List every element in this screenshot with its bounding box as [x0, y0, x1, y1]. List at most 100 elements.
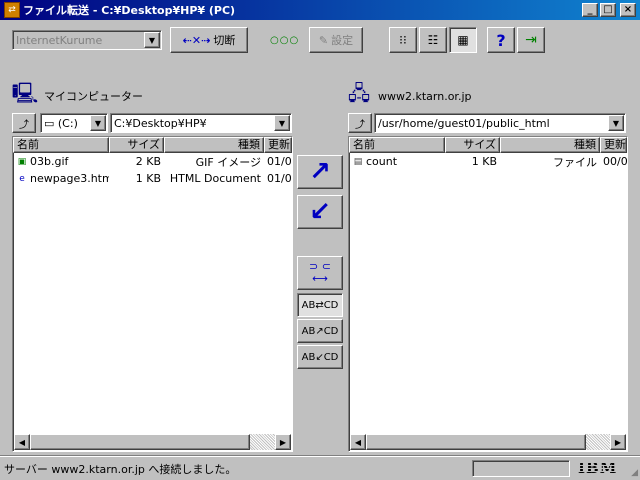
minimize-button[interactable]: _	[582, 3, 598, 17]
compare-mode-button-2[interactable]: AB↗CD	[297, 319, 343, 343]
download-button[interactable]: ↙	[297, 195, 343, 229]
scroll-right-icon[interactable]: ▶	[610, 434, 626, 450]
gif-file-icon: ▣	[17, 157, 27, 167]
app-icon: ⇄	[4, 2, 20, 18]
file-type: GIF イメージ	[195, 155, 261, 169]
file-name: count	[366, 155, 398, 168]
file-name-cell: ▣ 03b.gif	[13, 155, 109, 168]
remote-path-value: /usr/home/guest01/public_html	[378, 116, 550, 130]
title-bar: ⇄ ファイル転送 - C:¥Desktop¥HP¥ (PC) _ □ ×	[0, 0, 640, 20]
disconnect-label: 切断	[213, 34, 236, 47]
compare-mode-button-3[interactable]: AB↙CD	[297, 345, 343, 369]
remote-column-headers: 名前 サイズ 種類 更新	[349, 137, 627, 153]
arrow-up-right-icon: ↗	[309, 157, 331, 187]
column-header-date[interactable]: 更新	[264, 137, 292, 153]
view-list-button[interactable]: ☷	[419, 27, 447, 53]
settings-label: 設定	[331, 34, 354, 47]
compare-icon: AB⇄CD	[301, 299, 339, 311]
upload-button[interactable]: ↗	[297, 155, 343, 189]
column-header-name[interactable]: 名前	[349, 137, 445, 153]
local-file-list[interactable]: 名前 サイズ 種類 更新 ▣ 03b.gif 2 KB GIF イメージ 01/0…	[12, 136, 293, 452]
progress-bar	[472, 460, 570, 477]
local-path-value: C:¥Desktop¥HP¥	[114, 116, 207, 130]
local-up-folder-button[interactable]: ⤴	[12, 113, 36, 133]
close-button[interactable]: ×	[620, 3, 636, 17]
scroll-track[interactable]	[586, 434, 610, 450]
chevron-down-icon[interactable]: ▼	[274, 115, 290, 131]
help-button[interactable]: ?	[487, 27, 515, 53]
view-details-button[interactable]: ▦	[449, 27, 477, 53]
list-icon: ☷	[427, 33, 439, 47]
toolbar: InternetKurume ▼ ⇠✕⇢ 切断 ○○○ ✎ 設定 ⁝⁝ ☷ ▦ …	[0, 22, 640, 60]
small-icons-icon: ⁝⁝	[399, 33, 407, 47]
file-type: ファイル	[553, 155, 597, 169]
scroll-right-icon[interactable]: ▶	[275, 434, 291, 450]
network-computer-icon: 🖧	[347, 81, 371, 105]
ibm-logo: IBM	[578, 459, 618, 477]
column-header-date[interactable]: 更新	[600, 137, 627, 153]
remote-pane-label: www2.ktarn.or.jp	[378, 89, 472, 103]
chevron-down-icon[interactable]: ▼	[144, 32, 160, 48]
column-header-size[interactable]: サイズ	[109, 137, 164, 153]
local-pane-label: マイコンピューター	[44, 90, 143, 103]
details-icon: ▦	[457, 33, 469, 47]
drive-select[interactable]: ▭ (C:) ▼	[40, 113, 108, 133]
column-header-type[interactable]: 種類	[164, 137, 264, 153]
server-select[interactable]: InternetKurume ▼	[12, 30, 162, 50]
html-file-icon: e	[19, 174, 25, 184]
disconnect-icon: ⇠✕⇢	[182, 33, 211, 47]
status-message: サーバー www2.ktarn.or.jp へ接続しました。	[4, 463, 237, 476]
file-row[interactable]: e newpage3.htm 1 KB HTML Document 01/0	[13, 170, 292, 187]
compare-icon: AB↙CD	[301, 351, 339, 363]
sync-button[interactable]: ⊃ ⊂ ⟷	[297, 256, 343, 290]
scroll-track[interactable]	[250, 434, 275, 450]
remote-pane-header: 🖧 www2.ktarn.or.jp	[346, 76, 472, 116]
chevron-down-icon[interactable]: ▼	[90, 115, 106, 131]
remote-path-select[interactable]: /usr/home/guest01/public_html ▼	[374, 113, 626, 133]
scroll-left-icon[interactable]: ◀	[14, 434, 30, 450]
file-name: newpage3.htm	[30, 172, 109, 185]
file-row[interactable]: ▤ count 1 KB ファイル 00/0	[349, 153, 627, 170]
local-column-headers: 名前 サイズ 種類 更新	[13, 137, 292, 153]
settings-button[interactable]: ✎ 設定	[309, 27, 363, 53]
up-folder-icon: ⤴	[355, 119, 365, 131]
file-icon: ▤	[353, 157, 363, 167]
sync-arrows-icon: ⟷	[312, 272, 328, 285]
file-name-cell: ▤ count	[349, 155, 445, 168]
scroll-thumb[interactable]	[30, 434, 250, 450]
file-date: 01/0	[267, 155, 292, 168]
file-size: 2 KB	[135, 155, 161, 168]
local-horizontal-scrollbar[interactable]: ◀ ▶	[14, 434, 291, 450]
column-header-name[interactable]: 名前	[13, 137, 109, 153]
server-select-value: InternetKurume	[16, 33, 103, 47]
scroll-left-icon[interactable]: ◀	[350, 434, 366, 450]
edit-icon: ✎	[318, 33, 329, 47]
status-bar: サーバー www2.ktarn.or.jp へ接続しました。 IBM ◢	[0, 457, 640, 480]
exit-icon: ⇥	[525, 32, 537, 48]
view-small-icons-button[interactable]: ⁝⁝	[389, 27, 417, 53]
remote-up-folder-button[interactable]: ⤴	[348, 113, 372, 133]
maximize-button[interactable]: □	[600, 3, 616, 17]
size-grip-icon[interactable]: ◢	[631, 468, 638, 478]
file-row[interactable]: ▣ 03b.gif 2 KB GIF イメージ 01/0	[13, 153, 292, 170]
compare-mode-button-1[interactable]: AB⇄CD	[297, 293, 343, 317]
local-pane-header: 🖳 マイコンピューター	[12, 76, 143, 116]
remote-file-list[interactable]: 名前 サイズ 種類 更新 ▤ count 1 KB ファイル 00/0 ◀ ▶	[348, 136, 628, 452]
up-folder-icon: ⤴	[19, 119, 29, 131]
exit-button[interactable]: ⇥	[517, 27, 545, 53]
disconnect-button[interactable]: ⇠✕⇢ 切断	[170, 27, 248, 53]
computer-icon: 🖳	[11, 81, 39, 105]
column-header-size[interactable]: サイズ	[445, 137, 500, 153]
arrow-down-left-icon: ↙	[309, 197, 331, 227]
file-size: 1 KB	[471, 155, 497, 168]
window-title: ファイル転送 - C:¥Desktop¥HP¥ (PC)	[23, 4, 236, 17]
column-header-type[interactable]: 種類	[500, 137, 600, 153]
file-date: 01/0	[267, 172, 292, 185]
scroll-thumb[interactable]	[366, 434, 586, 450]
file-type: HTML Document	[169, 172, 261, 185]
file-size: 1 KB	[135, 172, 161, 185]
file-name: 03b.gif	[30, 155, 69, 168]
local-path-select[interactable]: C:¥Desktop¥HP¥ ▼	[110, 113, 292, 133]
remote-horizontal-scrollbar[interactable]: ◀ ▶	[350, 434, 626, 450]
chevron-down-icon[interactable]: ▼	[608, 115, 624, 131]
